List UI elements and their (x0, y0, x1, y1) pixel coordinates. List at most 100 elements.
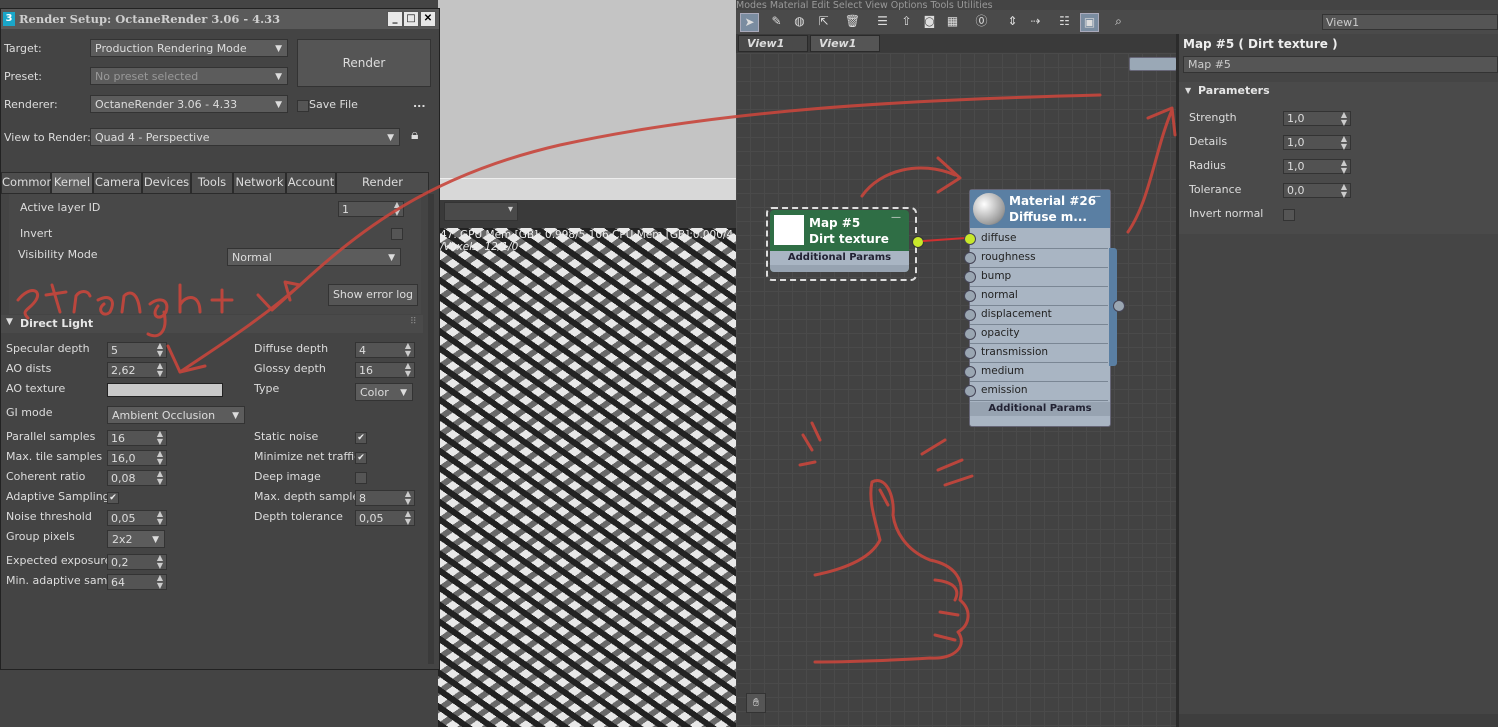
socket-icon[interactable] (964, 271, 976, 283)
select-tool-icon[interactable]: ➤ (740, 13, 759, 32)
tolerance-spinner[interactable]: 0,0 ▲ ▼ (1283, 183, 1351, 199)
save-file-checkbox[interactable] (297, 100, 309, 112)
diffuse-depth-spinner[interactable]: 4 ▲ ▼ (355, 342, 415, 358)
socket-icon[interactable] (964, 290, 976, 302)
render-button[interactable]: Render (297, 39, 431, 87)
visibility-mode-select[interactable]: Normal ▼ (227, 248, 401, 266)
close-button[interactable]: ✕ (420, 11, 436, 27)
tab-view1[interactable]: View1 (738, 35, 808, 52)
menu-bar[interactable]: Modes Material Edit Select View Options … (736, 0, 1498, 10)
show-result-icon[interactable]: ⓪ (973, 13, 990, 30)
target-select[interactable]: Production Rendering Mode ▼ (90, 39, 288, 57)
collapse-icon[interactable]: — (1091, 191, 1101, 202)
more-button[interactable]: ... (413, 97, 426, 110)
gi-mode-select[interactable]: Ambient Occlusion ▼ (107, 406, 245, 424)
minimize-net-traffic-checkbox[interactable]: ✔ (355, 452, 367, 464)
invert-normal-checkbox[interactable] (1283, 209, 1295, 221)
slot-transmission[interactable]: transmission (964, 343, 1108, 363)
glossy-depth-spinner[interactable]: 16 ▲ ▼ (355, 362, 415, 378)
socket-icon[interactable] (964, 347, 976, 359)
hide-unused-icon[interactable]: ⇧ (898, 13, 915, 30)
material-additional-params[interactable]: Additional Params (970, 402, 1110, 416)
renderer-select[interactable]: OctaneRender 3.06 - 4.33 ▼ (90, 95, 288, 113)
lock-icon[interactable]: 🔒︎ (411, 127, 418, 143)
preset-select[interactable]: No preset selected ▼ (90, 67, 288, 85)
expected-exposure-spinner[interactable]: 0,2 ▲ ▼ (107, 554, 167, 570)
max-depth-samples-spinner[interactable]: 8 ▲ ▼ (355, 490, 415, 506)
slot-diffuse[interactable]: diffuse (964, 229, 1108, 249)
socket-icon[interactable] (964, 366, 976, 378)
offscreen-node[interactable] (1129, 57, 1177, 71)
socket-icon[interactable] (964, 252, 976, 264)
scrollbar[interactable] (428, 194, 434, 664)
viewport-dropdown[interactable] (444, 202, 518, 221)
noise-threshold-spinner[interactable]: 0,05 ▲ ▼ (107, 510, 167, 526)
active-layer-spinner[interactable]: 1 ▲ ▼ (338, 201, 404, 217)
material-navigator-icon[interactable]: ☷ (1056, 13, 1073, 30)
coherent-ratio-spinner[interactable]: 0,08 ▲ ▼ (107, 470, 167, 486)
max-tile-samples-spinner[interactable]: 16,0 ▲ ▼ (107, 450, 167, 466)
invert-checkbox[interactable] (391, 228, 403, 240)
param-editor-icon[interactable]: ▣ (1080, 13, 1099, 32)
tab-camera[interactable]: Camera (93, 172, 142, 194)
viewport-3d[interactable]: 47. GPU Mem [GB]: 0.998/5.106 CPU Mem [G… (438, 0, 736, 727)
ao-texture-slot[interactable] (107, 383, 223, 397)
tab-kernel[interactable]: Kernel (51, 172, 93, 194)
collapse-icon[interactable]: — (891, 212, 901, 223)
map-name-field[interactable]: Map #5 (1183, 56, 1498, 73)
strength-spinner[interactable]: 1,0 ▲ ▼ (1283, 111, 1351, 127)
type-select[interactable]: Color ▼ (355, 383, 413, 401)
adaptive-sampling-checkbox[interactable]: ✔ (107, 492, 119, 504)
material-node[interactable]: Material #26 Diffuse m... — diffuse roug… (964, 189, 1111, 427)
radius-spinner[interactable]: 1,0 ▲ ▼ (1283, 159, 1351, 175)
tab-devices[interactable]: Devices (142, 172, 191, 194)
show-map-icon[interactable]: ◙ (921, 13, 938, 30)
depth-tolerance-spinner[interactable]: 0,05 ▲ ▼ (355, 510, 415, 526)
specular-depth-spinner[interactable]: 5 ▲ ▼ (107, 342, 167, 358)
tab-tools[interactable]: Tools (191, 172, 233, 194)
ao-dists-spinner[interactable]: 2,62 ▲ ▼ (107, 362, 167, 378)
slot-normal[interactable]: normal (964, 286, 1108, 306)
min-adaptive-sample-spinner[interactable]: 64 ▲ ▼ (107, 574, 167, 590)
checker-bg-icon[interactable]: ▦ (944, 13, 961, 30)
map-additional-params[interactable]: Additional Params (770, 251, 909, 265)
tab-account[interactable]: Account (286, 172, 336, 194)
node-canvas[interactable]: Map #5 Dirt texture — Additional Params … (736, 53, 1177, 727)
tab-view1-active[interactable]: View1 (810, 35, 880, 52)
socket-icon[interactable] (964, 328, 976, 340)
maximize-button[interactable]: □ (403, 11, 419, 27)
material-pick-icon[interactable]: ◍ (791, 13, 808, 30)
layout-all-icon[interactable]: ⇕ (1004, 13, 1021, 30)
details-spinner[interactable]: 1,0 ▲ ▼ (1283, 135, 1351, 151)
move-children-icon[interactable]: ☰ (874, 13, 891, 30)
slot-displacement[interactable]: displacement (964, 305, 1108, 325)
view-name-field[interactable]: View1 (1322, 14, 1498, 30)
collapse-triangle-icon[interactable]: ▼ (1185, 86, 1191, 95)
tab-network[interactable]: Network (233, 172, 286, 194)
tab-render-elements[interactable]: Render Elements (336, 172, 429, 208)
static-noise-checkbox[interactable]: ✔ (355, 432, 367, 444)
material-output-socket[interactable] (1113, 300, 1125, 312)
minimize-button[interactable]: _ (387, 11, 403, 27)
tab-common[interactable]: Common (1, 172, 54, 194)
assign-material-icon[interactable]: ⇱ (815, 13, 832, 30)
map-node[interactable]: Map #5 Dirt texture — Additional Params (770, 210, 909, 272)
slot-bump[interactable]: bump (964, 267, 1108, 287)
eyedropper-icon[interactable]: ✎ (768, 13, 785, 30)
show-error-log-button[interactable]: Show error log (328, 284, 418, 306)
group-pixels-select[interactable]: 2x2 ▼ (107, 530, 165, 548)
view-to-render-select[interactable]: Quad 4 - Perspective ▼ (90, 128, 400, 146)
socket-icon[interactable] (964, 309, 976, 321)
pan-hand-icon[interactable]: ✋︎ (746, 693, 766, 713)
slot-emission[interactable]: emission (964, 381, 1108, 401)
deep-image-checkbox[interactable] (355, 472, 367, 484)
render-setup-titlebar[interactable]: 3 Render Setup: OctaneRender 3.06 - 4.33… (1, 9, 439, 29)
slot-roughness[interactable]: roughness (964, 248, 1108, 268)
slot-medium[interactable]: medium (964, 362, 1108, 382)
socket-icon[interactable] (964, 385, 976, 397)
layout-children-icon[interactable]: ⇢ (1027, 13, 1044, 30)
drag-handle-icon[interactable]: ⠿ (410, 317, 417, 327)
select-by-material-icon[interactable]: ⌕ (1110, 13, 1127, 30)
delete-icon[interactable]: 🗑︎ (844, 13, 861, 30)
slot-opacity[interactable]: opacity (964, 324, 1108, 344)
